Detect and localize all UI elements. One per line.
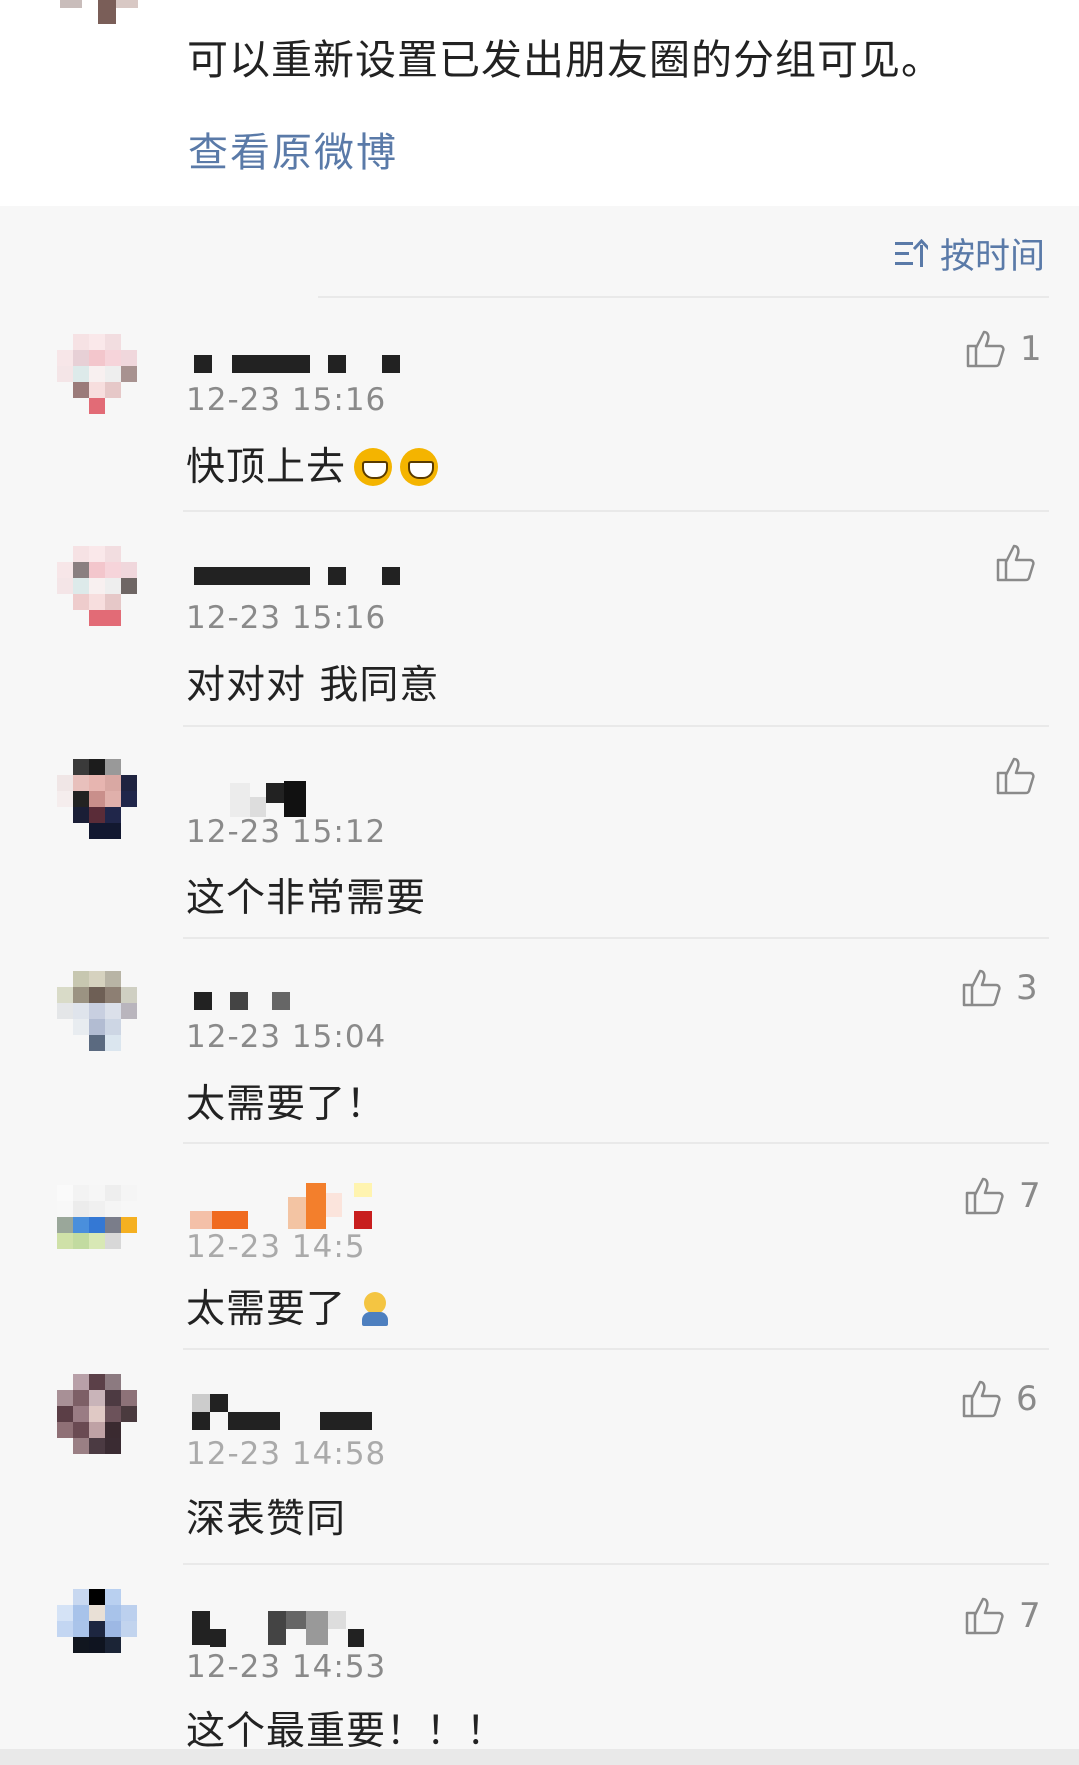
comment-text: 太需要了！ (186, 1082, 387, 1127)
comment-text: 深表赞同 (186, 1497, 347, 1542)
laughing-emoji-icon (400, 448, 439, 486)
avatar[interactable] (57, 759, 153, 855)
like-button[interactable]: 1 (964, 328, 1042, 370)
comment-time: 12-23 15:12 (186, 814, 387, 850)
divider (183, 1348, 1049, 1350)
comment-text: 对对对 我同意 (186, 663, 440, 708)
like-button[interactable]: 3 (960, 967, 1038, 1009)
like-button[interactable]: 7 (963, 1595, 1041, 1637)
laughing-emoji-icon (354, 448, 393, 486)
like-button[interactable] (994, 755, 1036, 797)
like-button[interactable]: 6 (960, 1378, 1038, 1420)
divider (183, 510, 1049, 512)
thumbs-up-icon (965, 1177, 1004, 1215)
like-count: 3 (1016, 968, 1038, 1008)
thumbs-up-icon (996, 544, 1035, 582)
sort-label: 按时间 (939, 237, 1045, 277)
like-count: 7 (1019, 1596, 1041, 1636)
divider (183, 725, 1049, 727)
avatar[interactable] (57, 1374, 153, 1470)
comment-text: 这个非常需要 (186, 876, 427, 921)
view-original-link[interactable]: 查看原微博 (188, 120, 398, 178)
avatar[interactable] (57, 1589, 153, 1685)
avatar[interactable] (57, 546, 153, 642)
thumbs-up-icon (962, 969, 1001, 1007)
comment-time: 12-23 15:16 (186, 600, 387, 636)
divider (318, 296, 1049, 298)
like-count: 7 (1019, 1176, 1041, 1216)
comment-time: 12-23 15:16 (186, 382, 387, 418)
sort-button[interactable]: 按时间 (894, 228, 1045, 279)
comment-time: 12-23 14:58 (186, 1436, 387, 1472)
avatar[interactable] (57, 971, 153, 1067)
bottom-bar (0, 1749, 1079, 1765)
comment-time: 12-23 14:5 (186, 1229, 366, 1265)
comment-time: 12-23 14:53 (186, 1649, 387, 1685)
praying-emoji-icon (360, 1292, 390, 1326)
divider (183, 1563, 1049, 1565)
avatar[interactable] (57, 1185, 153, 1281)
thumbs-up-icon (966, 330, 1005, 368)
comment-text: 快顶上去 (186, 436, 439, 492)
like-button[interactable] (994, 542, 1036, 584)
thumbs-up-icon (965, 1597, 1004, 1635)
thumbs-up-icon (996, 757, 1035, 795)
sort-icon (894, 238, 928, 267)
avatar[interactable] (57, 334, 153, 430)
divider (183, 937, 1049, 939)
like-count: 6 (1016, 1379, 1038, 1419)
like-count: 1 (1020, 329, 1042, 369)
comment-text: 这个最重要！！！ (186, 1709, 507, 1754)
comment-time: 12-23 15:04 (186, 1019, 387, 1055)
avatar (60, 0, 150, 24)
comment-text: 太需要了 (186, 1278, 390, 1334)
thumbs-up-icon (962, 1380, 1001, 1418)
post-card: 可以重新设置已发出朋友圈的分组可见。 查看原微博 (0, 0, 1079, 206)
divider (183, 1142, 1049, 1144)
post-text: 可以重新设置已发出朋友圈的分组可见。 (187, 36, 943, 84)
like-button[interactable]: 7 (963, 1175, 1041, 1217)
